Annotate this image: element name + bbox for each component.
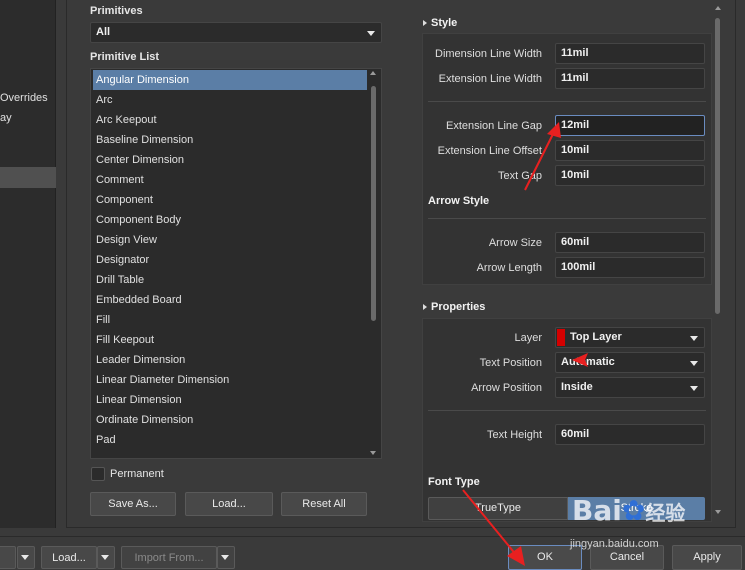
primitive-list-label: Primitive List — [90, 51, 160, 63]
chevron-down-icon — [690, 336, 698, 341]
list-item[interactable]: Design View — [93, 230, 367, 250]
import-from-menu-button[interactable] — [217, 546, 235, 569]
properties-section-header[interactable]: Properties — [423, 301, 485, 313]
arrow-size-label: Arrow Size — [488, 237, 542, 249]
save-as-button[interactable]: Save As... — [90, 492, 176, 516]
chevron-down-icon — [101, 555, 109, 560]
text-position-label: Text Position — [479, 357, 542, 369]
bottom-left-menu-button[interactable] — [17, 546, 35, 569]
divider — [428, 101, 706, 102]
bottom-load-button[interactable]: Load... — [41, 546, 97, 569]
divider — [428, 410, 706, 411]
apply-button[interactable]: Apply — [672, 545, 742, 570]
scroll-up-icon[interactable] — [370, 71, 376, 75]
list-item[interactable]: Arc — [93, 90, 367, 110]
list-item[interactable]: Ordinate Dimension — [93, 410, 367, 430]
watermark-url: jingyan.baidu.com — [570, 538, 659, 550]
list-item[interactable]: Pad — [93, 430, 367, 450]
list-item[interactable]: Baseline Dimension — [93, 130, 367, 150]
list-item[interactable]: Linear Dimension — [93, 390, 367, 410]
collapse-arrow-icon — [423, 304, 427, 311]
annotation-arrow-icon — [462, 489, 525, 566]
list-scrollbar-thumb[interactable] — [371, 86, 376, 321]
list-item[interactable]: Designator — [93, 250, 367, 270]
text-height-field[interactable]: 60mil — [555, 424, 705, 445]
extension-line-width-label: Extension Line Width — [438, 73, 542, 85]
list-item[interactable]: Center Dimension — [93, 150, 367, 170]
annotation-arrow-icon — [572, 353, 588, 367]
permanent-checkbox[interactable] — [91, 467, 105, 481]
arrow-size-field[interactable]: 60mil — [555, 232, 705, 253]
layer-color-swatch — [557, 329, 565, 346]
dimension-line-width-label: Dimension Line Width — [435, 48, 542, 60]
chevron-down-icon — [690, 386, 698, 391]
list-item[interactable]: Linear Diameter Dimension — [93, 370, 367, 390]
style-section-title: Style — [431, 17, 458, 29]
chevron-down-icon — [367, 31, 375, 36]
chevron-down-icon — [21, 555, 29, 560]
right-panel-scrollbar[interactable] — [714, 6, 722, 519]
right-scrollbar-thumb[interactable] — [715, 18, 720, 314]
arrow-length-label: Arrow Length — [476, 262, 542, 274]
extension-line-offset-field[interactable]: 10mil — [555, 140, 705, 161]
text-gap-field[interactable]: 10mil — [555, 165, 705, 186]
list-item[interactable]: Drill Table — [93, 270, 367, 290]
import-from-button[interactable]: Import From... — [121, 546, 217, 569]
style-section-header[interactable]: Style — [423, 17, 457, 29]
reset-all-button[interactable]: Reset All — [281, 492, 367, 516]
primitives-dropdown-value: All — [96, 26, 111, 38]
list-item[interactable]: Leader Dimension — [93, 350, 367, 370]
chevron-down-icon — [221, 555, 229, 560]
annotation-arrow-icon — [524, 122, 561, 191]
dimension-line-width-field[interactable]: 11mil — [555, 43, 705, 64]
list-scrollbar[interactable] — [369, 71, 379, 456]
left-navigation-strip — [0, 0, 56, 528]
layer-dropdown-value: Top Layer — [570, 331, 622, 343]
text-height-label: Text Height — [486, 429, 542, 441]
list-item[interactable]: Component Body — [93, 210, 367, 230]
load-button[interactable]: Load... — [185, 492, 273, 516]
arrow-position-label: Arrow Position — [471, 382, 542, 394]
arrow-position-value: Inside — [561, 381, 593, 393]
scroll-up-icon[interactable] — [715, 6, 721, 10]
list-item[interactable]: Fill — [93, 310, 367, 330]
primitives-dropdown[interactable]: All — [90, 22, 382, 43]
permanent-label: Permanent — [110, 468, 164, 480]
chevron-down-icon — [690, 361, 698, 366]
paw-icon: ✿ — [621, 494, 646, 527]
scroll-down-icon[interactable] — [370, 451, 376, 455]
arrow-style-title: Arrow Style — [428, 195, 490, 207]
scroll-down-icon[interactable] — [715, 510, 721, 514]
list-item[interactable]: Angular Dimension — [93, 70, 367, 90]
list-item[interactable]: Fill Keepout — [93, 330, 367, 350]
divider — [428, 218, 706, 219]
watermark-text-2: 经验 — [645, 501, 686, 525]
list-item[interactable]: Comment — [93, 170, 367, 190]
arrow-length-field[interactable]: 100mil — [555, 257, 705, 278]
collapse-arrow-icon — [423, 20, 427, 27]
primitive-list[interactable]: Angular Dimension Arc Arc Keepout Baseli… — [90, 68, 382, 459]
arrow-position-dropdown[interactable]: Inside — [555, 377, 705, 398]
extension-line-gap-field[interactable]: 12mil — [555, 115, 705, 136]
left-item-overrides[interactable]: Overrides — [0, 92, 56, 104]
list-item[interactable]: Embedded Board — [93, 290, 367, 310]
load-menu-button[interactable] — [97, 546, 115, 569]
properties-section-title: Properties — [431, 301, 486, 313]
left-item-selected[interactable] — [0, 167, 56, 188]
primitives-label: Primitives — [90, 5, 143, 17]
watermark-logo: Bai✿经验 — [572, 494, 685, 527]
layer-label: Layer — [514, 332, 542, 344]
bottom-left-partial-button[interactable] — [0, 546, 16, 569]
layer-dropdown[interactable]: Top Layer — [555, 327, 705, 348]
left-item-ay[interactable]: ay — [0, 112, 56, 124]
watermark-text: Bai — [572, 494, 622, 527]
list-item[interactable]: Component — [93, 190, 367, 210]
extension-line-width-field[interactable]: 11mil — [555, 68, 705, 89]
list-item[interactable]: Arc Keepout — [93, 110, 367, 130]
